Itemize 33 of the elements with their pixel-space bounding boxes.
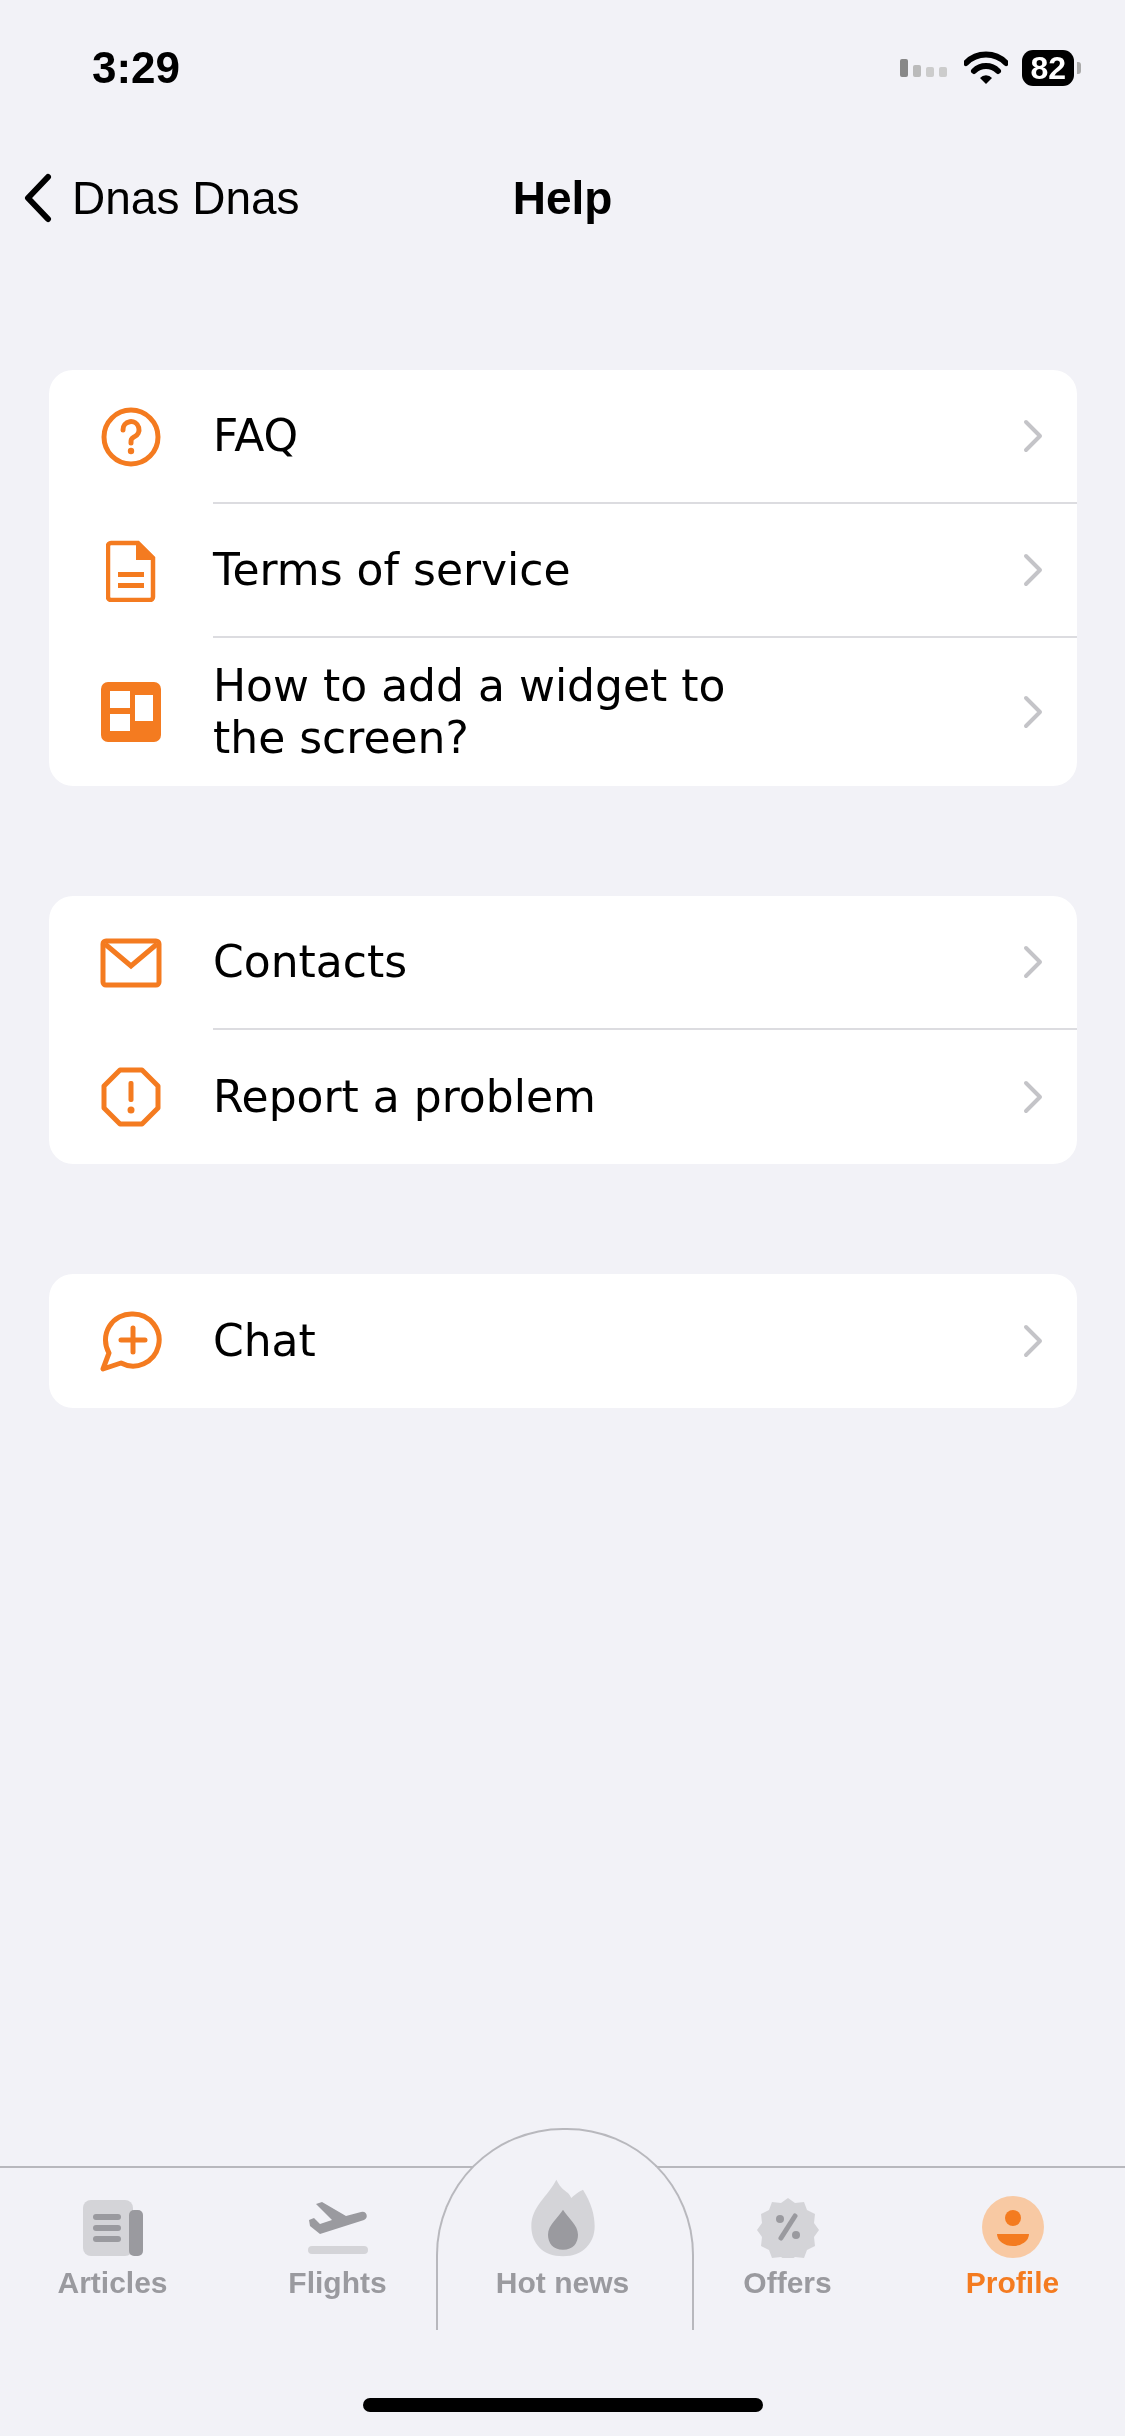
menu-row[interactable]: FAQ: [49, 370, 1077, 504]
discount-badge-icon: [756, 2196, 819, 2258]
screen-title: Help: [512, 171, 613, 225]
chevron-right-icon: [1023, 419, 1043, 453]
menu-row[interactable]: Terms of service: [49, 504, 1077, 638]
menu-row[interactable]: Chat: [49, 1273, 1077, 1408]
chevron-right-icon: [1023, 944, 1043, 979]
chevron-right-icon: [1023, 553, 1043, 587]
question-circle-icon: [100, 406, 162, 468]
profile-icon: [981, 2196, 1044, 2258]
menu-row[interactable]: Report a problem: [49, 1029, 1077, 1164]
chat-plus-icon: [99, 1308, 163, 1373]
document-icon: [106, 540, 156, 602]
widget-grid-icon: [100, 680, 162, 743]
menu-label: Contacts: [213, 935, 409, 988]
menu-label: Terms of service: [213, 544, 572, 596]
menu-label: Report a problem: [213, 1070, 597, 1123]
wifi-icon: [964, 51, 1009, 85]
newspaper-icon: [80, 2198, 145, 2258]
battery-level: 82: [1022, 50, 1074, 86]
back-button[interactable]: Dnas Dnas: [24, 171, 300, 225]
status-time: 3:29: [92, 43, 181, 93]
chevron-right-icon: [1023, 694, 1043, 729]
chevron-right-icon: [1023, 1079, 1043, 1114]
menu-label: FAQ: [213, 410, 300, 462]
menu-row[interactable]: How to add a widget to the screen?: [49, 638, 1077, 786]
menu-label: How to add a widget to the screen?: [213, 660, 727, 764]
chevron-left-icon: [24, 173, 52, 223]
chevron-right-icon: [1023, 1323, 1043, 1358]
envelope-icon: [100, 937, 162, 988]
menu-label: Chat: [213, 1314, 317, 1367]
menu-row[interactable]: Contacts: [49, 895, 1077, 1030]
alert-octagon-icon: [101, 1066, 161, 1127]
